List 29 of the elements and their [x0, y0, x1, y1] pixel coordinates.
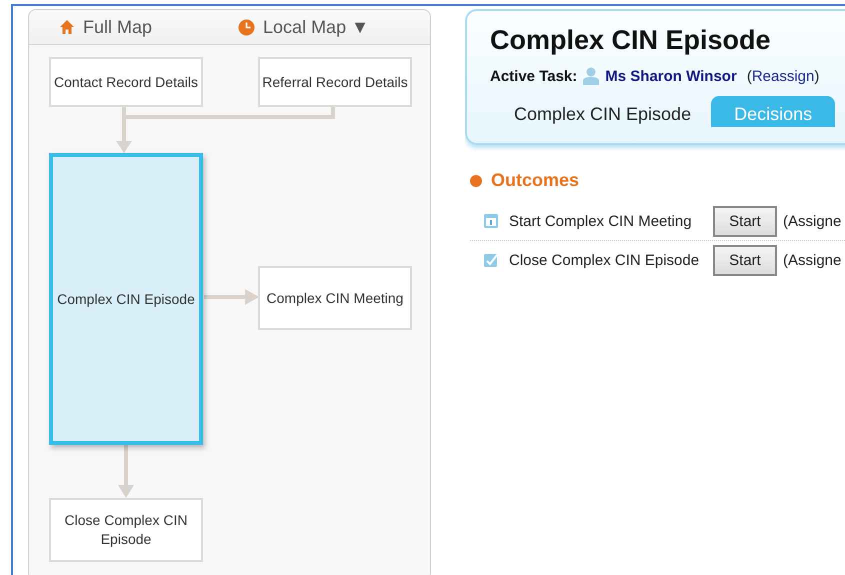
flow-node[interactable]: Close Complex CIN Episode — [49, 498, 203, 562]
checkbox-icon — [483, 252, 499, 268]
outcome-label: Close Complex CIN Episode — [509, 252, 700, 268]
start-button[interactable]: Start — [713, 206, 777, 236]
paren-text: ) — [814, 68, 820, 84]
flow-node[interactable]: Complex CIN Episode — [49, 153, 203, 445]
map-tab[interactable]: Local Map ▼ — [238, 16, 369, 38]
page-title: Complex CIN Episode — [490, 25, 772, 56]
outcome-label: Start Complex CIN Meeting — [509, 212, 693, 230]
calendar-icon — [483, 213, 499, 229]
assignee-link[interactable]: Ms Sharon Winsor — [605, 68, 737, 84]
person-icon — [583, 67, 600, 85]
assignee-note: (Assigne — [783, 212, 842, 230]
reassign-link[interactable]: Reassign — [752, 68, 814, 84]
paren-text: ( — [746, 68, 752, 84]
flow-node[interactable]: Referral Record Details — [258, 57, 412, 107]
field-label: Active Task: — [490, 68, 578, 84]
section-title: Outcomes — [491, 170, 580, 191]
flow-node[interactable]: Contact Record Details — [49, 57, 203, 107]
home-icon — [59, 19, 75, 35]
tab[interactable]: Complex CIN Episode — [514, 96, 692, 127]
connector-arrow — [204, 289, 259, 305]
clock-icon — [238, 18, 256, 36]
assignee-note: (Assigne — [783, 252, 842, 268]
start-button[interactable]: Start — [713, 244, 777, 276]
flow-node[interactable]: Complex CIN Meeting — [258, 266, 412, 330]
map-tab[interactable]: Full Map — [59, 16, 152, 38]
connector-arrow — [118, 445, 134, 498]
bullet-icon — [470, 174, 482, 186]
